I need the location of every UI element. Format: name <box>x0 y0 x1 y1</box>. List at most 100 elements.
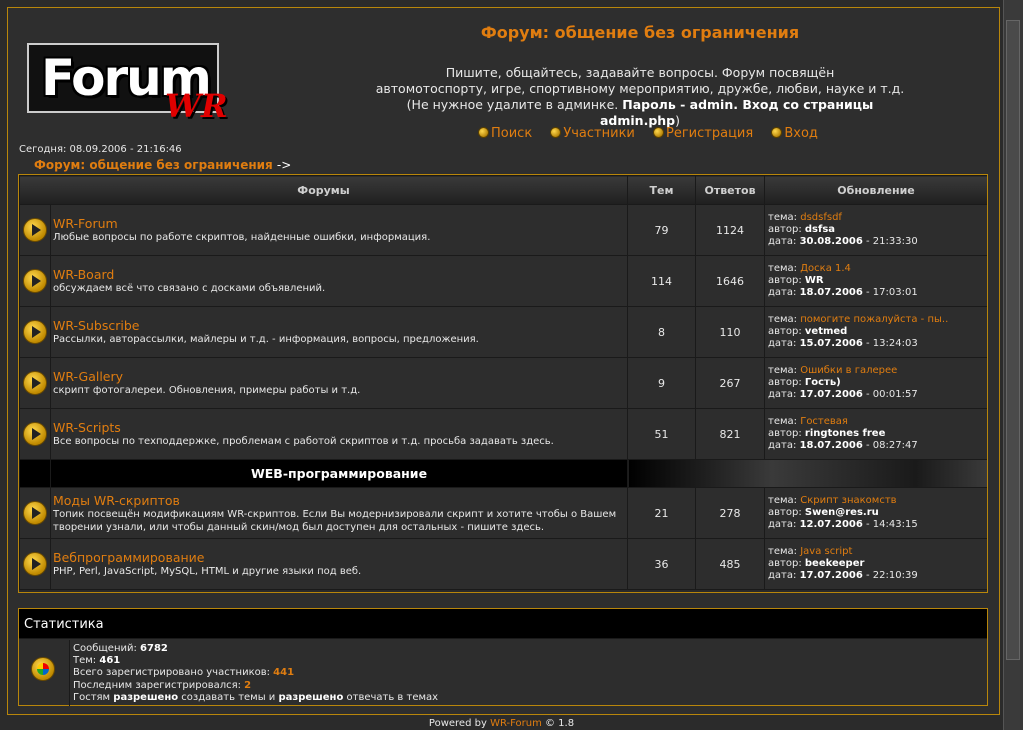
forum-name-link[interactable]: WR-Gallery <box>51 369 627 384</box>
nav-login-label: Вход <box>784 126 818 141</box>
last-date: 17.07.2006 <box>799 389 863 400</box>
forum-arrow-icon[interactable] <box>23 422 47 446</box>
last-topic-link[interactable]: Ошибки в галерее <box>800 365 897 376</box>
forum-arrow-icon[interactable] <box>23 552 47 576</box>
last-author: beekeeper <box>804 558 865 569</box>
last-author: WR <box>804 275 824 286</box>
footer-prefix: Powered by <box>428 718 491 729</box>
last-topic-line: тема: Доска 1.4 <box>768 263 987 275</box>
last-author-line: автор: vetmed <box>768 326 987 338</box>
last-date-label: дата: <box>768 440 800 451</box>
last-date-line: дата: 17.07.2006 - 00:01:57 <box>768 389 987 401</box>
forum-reply-count: 1124 <box>695 204 766 256</box>
forum-reply-count: 821 <box>695 408 766 460</box>
forum-last-update: тема: помогите пожалуйста - пы.. автор: v… <box>764 306 987 358</box>
last-author-label: автор: <box>768 275 805 286</box>
forum-arrow-icon[interactable] <box>23 501 47 525</box>
desc-line-1: Пишите, общайтесь, задавайте вопросы. Фо… <box>445 65 835 80</box>
last-date-label: дата: <box>768 570 800 581</box>
forum-name-link[interactable]: WR-Forum <box>51 216 627 231</box>
breadcrumb-forum-link[interactable]: Форум: общение без ограничения <box>34 158 273 172</box>
statistics-body: Сообщений: 6782 Тем: 461 Всего зарегистр… <box>73 643 438 704</box>
scrollbar-thumb[interactable] <box>1006 20 1020 660</box>
forum-arrow-icon[interactable] <box>23 371 47 395</box>
last-topic-link[interactable]: Доска 1.4 <box>800 263 851 274</box>
last-date-line: дата: 17.07.2006 - 22:10:39 <box>768 570 987 582</box>
forum-arrow-icon[interactable] <box>23 269 47 293</box>
nav-members-link[interactable]: Участники <box>550 126 635 141</box>
nav-search-link[interactable]: Поиск <box>478 126 532 141</box>
forum-name-link[interactable]: Вебпрограммирование <box>51 550 627 565</box>
forum-icon-cell <box>19 357 51 409</box>
statistics-title: Статистика <box>19 609 987 639</box>
nav-register-link[interactable]: Регистрация <box>653 126 753 141</box>
last-author-label: автор: <box>768 224 805 235</box>
forum-info-cell: WR-Gallery скрипт фотогалереи. Обновления… <box>49 357 629 409</box>
last-date: 17.07.2006 <box>799 570 863 581</box>
forum-name-link[interactable]: WR-Scripts <box>51 420 627 435</box>
last-topic-label: тема: <box>768 212 801 223</box>
last-time: - 22:10:39 <box>862 570 918 581</box>
forum-icon-cell <box>19 306 51 358</box>
forum-name-link[interactable]: WR-Board <box>51 267 627 282</box>
footer-brand-link[interactable]: WR-Forum <box>490 718 542 729</box>
category-fill <box>627 459 987 488</box>
site-logo[interactable]: Forum WR <box>27 43 232 125</box>
last-date-label: дата: <box>768 287 800 298</box>
last-topic-line: тема: помогите пожалуйста - пы.. <box>768 314 987 326</box>
forum-row: WR-Scripts Все вопросы по техподдержке, п… <box>19 408 987 460</box>
breadcrumb-arrow: -> <box>276 158 292 172</box>
stat-topics-label: Тем: <box>73 655 100 667</box>
forum-last-update: тема: Ошибки в галерее автор: Гость) дата:… <box>764 357 987 409</box>
vertical-scrollbar[interactable] <box>1003 0 1023 730</box>
last-topic-line: тема: Ошибки в галерее <box>768 365 987 377</box>
forum-last-update: тема: Доска 1.4 автор: WR дата: 18.07.2006… <box>764 255 987 307</box>
forum-info-cell: WR-Board обсуждаем всё что связано с доск… <box>49 255 629 307</box>
forum-info-cell: WR-Subscribe Рассылки, авторассылки, майл… <box>49 306 629 358</box>
stat-last-user-link[interactable]: 2 <box>244 680 251 691</box>
last-time: - 13:24:03 <box>862 338 918 349</box>
last-topic-link[interactable]: Скрипт знакомств <box>800 495 896 506</box>
last-author-line: автор: beekeeper <box>768 558 987 570</box>
stat-posts-value: 6782 <box>140 643 168 654</box>
forum-reply-count: 1646 <box>695 255 766 307</box>
last-author-label: автор: <box>768 507 805 518</box>
guests-text-3: отвечать в темах <box>343 691 439 703</box>
forum-row: Вебпрограммирование PHP, Perl, JavaScript… <box>19 538 987 590</box>
last-topic-link[interactable]: помогите пожалуйста - пы.. <box>800 314 948 325</box>
forum-description: PHP, Perl, JavaScript, MySQL, HTML и дру… <box>53 566 362 577</box>
header-topics: Тем <box>627 175 697 205</box>
last-topic-label: тема: <box>768 546 801 557</box>
stat-last-label: Последним зарегистрировался: <box>73 679 245 691</box>
last-topic-link[interactable]: dsdsfsdf <box>800 212 842 223</box>
current-date: Сегодня: 08.09.2006 - 21:16:46 <box>19 144 182 155</box>
nav-login-link[interactable]: Вход <box>771 126 818 141</box>
last-topic-link[interactable]: Java script <box>800 546 852 557</box>
last-topic-label: тема: <box>768 365 801 376</box>
desc-line-2: автомотоспорту, игре, спортивному меропр… <box>375 81 905 96</box>
last-author-line: автор: Swen@res.ru <box>768 507 987 519</box>
last-date-line: дата: 18.07.2006 - 17:03:01 <box>768 287 987 299</box>
footer: Powered by WR-Forum © 1.8 <box>0 718 1003 729</box>
forum-arrow-icon[interactable] <box>23 218 47 242</box>
nav-members-label: Участники <box>563 126 635 141</box>
last-topic-line: тема: dsdsfsdf <box>768 212 987 224</box>
last-author: ringtones free <box>804 428 886 439</box>
last-author: Swen@res.ru <box>804 507 879 518</box>
last-author-label: автор: <box>768 326 805 337</box>
last-author: Гость) <box>804 377 841 388</box>
forum-row: WR-Forum Любые вопросы по работе скриптов… <box>19 204 987 256</box>
last-topic-link[interactable]: Гостевая <box>800 416 848 427</box>
forum-description: скрипт фотогалереи. Обновления, примеры … <box>53 385 361 396</box>
forum-info-cell: Вебпрограммирование PHP, Perl, JavaScript… <box>49 538 629 590</box>
logo-sub: WR <box>165 87 228 125</box>
forum-name-link[interactable]: Моды WR-скриптов <box>51 493 627 508</box>
table-header-row: Форумы Тем Ответов Обновление <box>19 175 987 205</box>
forum-arrow-icon[interactable] <box>23 320 47 344</box>
forum-row: Моды WR-скриптов Топик посвещён модификац… <box>19 487 987 539</box>
statistics-divider <box>69 640 70 706</box>
forum-topic-count: 51 <box>627 408 697 460</box>
bullet-icon <box>478 127 489 138</box>
forum-name-link[interactable]: WR-Subscribe <box>51 318 627 333</box>
last-date: 30.08.2006 <box>799 236 863 247</box>
